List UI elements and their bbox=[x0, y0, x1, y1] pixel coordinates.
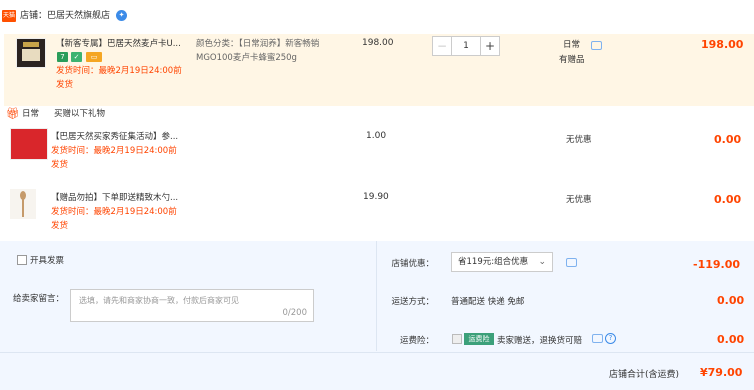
shop-discount-value: 省119元:组合优惠 bbox=[458, 257, 529, 267]
gift-title-link[interactable]: 【巴居天然买家秀征集活动】参... bbox=[51, 131, 178, 143]
item-total: 198.00 bbox=[701, 38, 744, 51]
divider bbox=[0, 352, 754, 353]
gift-note: 有赠品 bbox=[559, 55, 585, 65]
gift-image[interactable] bbox=[10, 128, 48, 160]
gift-text: 买赠以下礼物 bbox=[54, 109, 106, 119]
gift-ship-label: 发货 bbox=[51, 160, 69, 170]
quantity-input[interactable]: 1 bbox=[452, 37, 480, 55]
char-count: 0/200 bbox=[282, 308, 308, 318]
gift-price: 19.90 bbox=[363, 192, 389, 202]
shop-header bbox=[0, 0, 754, 34]
shop-total-label: 店铺合计(含运费) bbox=[609, 370, 680, 380]
unit-price: 198.00 bbox=[362, 38, 394, 48]
gift-image[interactable] bbox=[10, 189, 36, 219]
card-payment-icon: ▭ bbox=[86, 52, 102, 62]
product-image[interactable] bbox=[16, 38, 46, 68]
insurance-amount: 0.00 bbox=[717, 333, 745, 346]
message-icon[interactable] bbox=[591, 41, 602, 50]
shipping-label: 运送方式： bbox=[391, 297, 434, 307]
insurance-text: 卖家赠送，退换货可赔 bbox=[497, 336, 583, 346]
gift-total: 0.00 bbox=[714, 193, 742, 206]
gift-ship-time: 发货时间：最晚2月19日24:00前 bbox=[51, 146, 177, 156]
gift-title-link[interactable]: 【赠品勿拍】下单即送精致木勺... bbox=[51, 192, 178, 204]
shipping-amount: 0.00 bbox=[717, 294, 745, 307]
insurance-checkbox[interactable] bbox=[452, 334, 462, 344]
seller-message-input[interactable]: 选填，请先和商家协商一致，付款后商家可见 0/200 bbox=[70, 289, 314, 322]
help-icon[interactable]: ? bbox=[605, 333, 616, 344]
gift-ship-label: 发货 bbox=[51, 221, 69, 231]
gift-tag: 日常 bbox=[22, 109, 40, 119]
chevron-down-icon: ⌄ bbox=[538, 257, 546, 267]
insurance-label: 运费险： bbox=[399, 336, 434, 346]
invoice-label: 开具发票 bbox=[30, 256, 65, 266]
increase-button[interactable]: + bbox=[480, 37, 499, 55]
quantity-stepper: − 1 + bbox=[432, 36, 500, 56]
seven-day-return-icon: 7 bbox=[57, 52, 68, 62]
gift-discount: 无优惠 bbox=[566, 195, 592, 205]
message-icon[interactable] bbox=[592, 334, 603, 343]
shop-total-amount: ¥79.00 bbox=[700, 366, 743, 379]
gift-total: 0.00 bbox=[714, 133, 742, 146]
message-placeholder: 选填，请先和商家协商一致，付款后商家可见 bbox=[79, 296, 239, 305]
ship-label: 发货 bbox=[56, 80, 74, 90]
message-label: 给卖家留言： bbox=[13, 294, 65, 304]
insurance-tag: 运费险 bbox=[464, 333, 494, 345]
shop-name-link[interactable]: 店铺：巴居天然旗舰店 bbox=[20, 10, 110, 23]
shop-discount-amount: -119.00 bbox=[693, 258, 741, 271]
gift-price: 1.00 bbox=[366, 131, 387, 141]
sku-line-2: MGO100麦卢卡蜂蜜250g bbox=[196, 53, 297, 63]
shop-discount-select[interactable]: 省119元:组合优惠 ⌄ bbox=[451, 252, 553, 272]
chat-icon[interactable]: ✦ bbox=[116, 10, 127, 21]
decrease-button[interactable]: − bbox=[433, 37, 452, 55]
gift-ship-time: 发货时间：最晚2月19日24:00前 bbox=[51, 207, 177, 217]
shipping-method: 普通配送 快递 免邮 bbox=[451, 297, 525, 307]
ship-time: 发货时间：最晚2月19日24:00前 bbox=[56, 66, 182, 76]
sku-line-1: 颜色分类：【日常润养】新客畅销 bbox=[196, 39, 320, 49]
gift-discount: 无优惠 bbox=[566, 135, 592, 145]
gift-icon: 🎁︎ bbox=[6, 107, 20, 120]
tmall-logo: 天猫 bbox=[2, 10, 16, 22]
shop-discount-label: 店铺优惠： bbox=[391, 259, 434, 269]
product-title-link[interactable]: 【新客专属】巴居天然麦卢卡U... bbox=[56, 38, 181, 50]
divider bbox=[376, 241, 377, 351]
guarantee-icon: ✓ bbox=[71, 52, 82, 62]
invoice-checkbox[interactable] bbox=[17, 255, 27, 265]
message-icon[interactable] bbox=[566, 258, 577, 267]
promo-label: 日常 bbox=[563, 40, 581, 50]
